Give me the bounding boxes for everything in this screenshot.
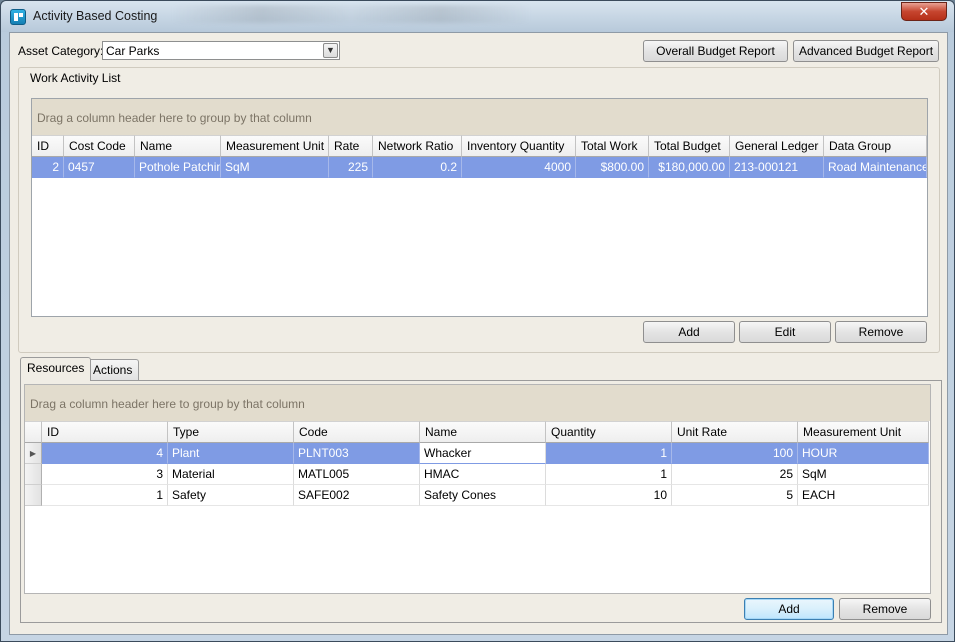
cell-name[interactable]: Pothole Patching <box>135 157 221 178</box>
asset-category-value: Car Parks <box>106 44 160 58</box>
cell-quantity[interactable]: 10 <box>546 485 672 506</box>
cell-data-group[interactable]: Road Maintenance <box>824 157 927 178</box>
cell-id[interactable]: 1 <box>42 485 168 506</box>
cell-quantity[interactable]: 1 <box>546 443 672 464</box>
column-header-inventory-quantity[interactable]: Inventory Quantity <box>462 135 576 157</box>
column-header-general-ledger[interactable]: General Ledger <box>730 135 824 157</box>
resources-panel: Drag a column header here to group by th… <box>20 380 942 623</box>
activity-remove-button[interactable]: Remove <box>835 321 927 343</box>
column-header-measurement-unit[interactable]: Measurement Unit <box>221 135 329 157</box>
resources-grid[interactable]: Drag a column header here to group by th… <box>24 384 931 594</box>
background-blur <box>171 5 531 23</box>
tab-resources[interactable]: Resources <box>20 357 92 381</box>
row-indicator[interactable] <box>25 485 42 506</box>
overall-budget-report-button[interactable]: Overall Budget Report <box>643 40 788 62</box>
cell-name[interactable]: HMAC <box>420 464 546 485</box>
row-indicator-header <box>25 421 42 443</box>
row-selected-arrow-icon[interactable]: ▶ <box>25 443 42 464</box>
cell-name[interactable]: Safety Cones <box>420 485 546 506</box>
cell-type[interactable]: Safety <box>168 485 294 506</box>
app-icon <box>10 9 26 25</box>
cell-general-ledger[interactable]: 213-000121 <box>730 157 824 178</box>
client-area: Asset Category: Car Parks ▼ Overall Budg… <box>9 32 948 635</box>
column-header-quantity[interactable]: Quantity <box>546 421 672 443</box>
column-header-data-group[interactable]: Data Group <box>824 135 927 157</box>
column-header-total-work[interactable]: Total Work <box>576 135 649 157</box>
cell-type[interactable]: Plant <box>168 443 294 464</box>
cell-network-ratio[interactable]: 0.2 <box>373 157 462 178</box>
cell-measurement-unit[interactable]: SqM <box>221 157 329 178</box>
resource-add-button[interactable]: Add <box>744 598 834 620</box>
column-header-name[interactable]: Name <box>420 421 546 443</box>
cell-cost-code[interactable]: 0457 <box>64 157 135 178</box>
activity-based-costing-window: Activity Based Costing ✕ Asset Category:… <box>0 0 955 642</box>
column-header-unit-rate[interactable]: Unit Rate <box>672 421 798 443</box>
cell-measurement-unit[interactable]: EACH <box>798 485 929 506</box>
work-activity-title: Work Activity List <box>30 71 121 85</box>
advanced-budget-report-button[interactable]: Advanced Budget Report <box>793 40 939 62</box>
cell-unit-rate[interactable]: 100 <box>672 443 798 464</box>
cell-code[interactable]: PLNT003 <box>294 443 420 464</box>
cell-total-budget[interactable]: $180,000.00 <box>649 157 730 178</box>
column-header-id[interactable]: ID <box>32 135 64 157</box>
column-header-rate[interactable]: Rate <box>329 135 373 157</box>
asset-category-select[interactable]: Car Parks ▼ <box>102 41 340 60</box>
cell-unit-rate[interactable]: 25 <box>672 464 798 485</box>
work-activity-group: Work Activity List Drag a column header … <box>18 67 940 353</box>
chevron-down-icon[interactable]: ▼ <box>323 43 338 58</box>
cell-measurement-unit[interactable]: SqM <box>798 464 929 485</box>
tab-actions[interactable]: Actions <box>86 359 140 381</box>
cell-id[interactable]: 4 <box>42 443 168 464</box>
cell-type[interactable]: Material <box>168 464 294 485</box>
column-header-total-budget[interactable]: Total Budget <box>649 135 730 157</box>
column-header-network-ratio[interactable]: Network Ratio <box>373 135 462 157</box>
cell-quantity[interactable]: 1 <box>546 464 672 485</box>
column-header-code[interactable]: Code <box>294 421 420 443</box>
window-title: Activity Based Costing <box>33 9 158 23</box>
cell-measurement-unit[interactable]: HOUR <box>798 443 929 464</box>
cell-unit-rate[interactable]: 5 <box>672 485 798 506</box>
cell-total-work[interactable]: $800.00 <box>576 157 649 178</box>
cell-id[interactable]: 2 <box>32 157 64 178</box>
work-activity-grid[interactable]: Drag a column header here to group by th… <box>31 98 928 317</box>
group-by-area[interactable]: Drag a column header here to group by th… <box>25 385 930 421</box>
group-by-area[interactable]: Drag a column header here to group by th… <box>32 99 927 135</box>
resource-remove-button[interactable]: Remove <box>839 598 931 620</box>
cell-id[interactable]: 3 <box>42 464 168 485</box>
column-header-type[interactable]: Type <box>168 421 294 443</box>
cell-name[interactable]: Whacker <box>420 443 546 464</box>
row-indicator[interactable] <box>25 464 42 485</box>
column-header-name[interactable]: Name <box>135 135 221 157</box>
activity-add-button[interactable]: Add <box>643 321 735 343</box>
title-bar[interactable]: Activity Based Costing ✕ <box>1 1 954 32</box>
cell-code[interactable]: MATL005 <box>294 464 420 485</box>
activity-edit-button[interactable]: Edit <box>739 321 831 343</box>
column-header-id[interactable]: ID <box>42 421 168 443</box>
cell-code[interactable]: SAFE002 <box>294 485 420 506</box>
cell-rate[interactable]: 225 <box>329 157 373 178</box>
close-button[interactable]: ✕ <box>901 2 947 21</box>
column-header-cost-code[interactable]: Cost Code <box>64 135 135 157</box>
asset-category-label: Asset Category: <box>18 44 104 58</box>
column-header-measurement-unit[interactable]: Measurement Unit <box>798 421 929 443</box>
cell-inventory-quantity[interactable]: 4000 <box>462 157 576 178</box>
